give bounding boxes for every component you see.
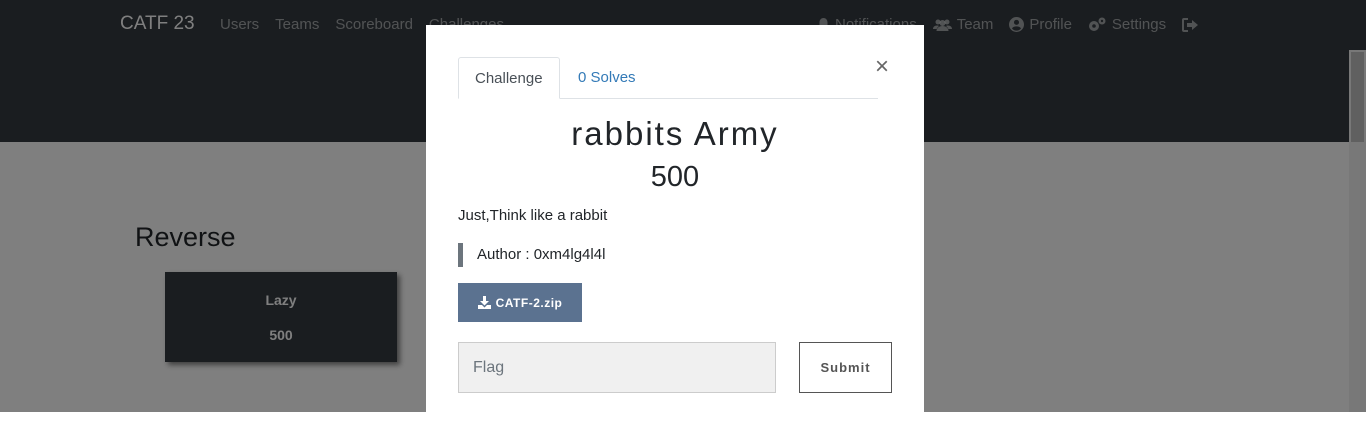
download-icon <box>477 296 491 309</box>
challenge-description: Just,Think like a rabbit <box>458 207 608 224</box>
flag-input[interactable] <box>458 342 776 393</box>
tab-solves[interactable]: 0 Solves <box>562 57 652 98</box>
challenge-title: rabbits Army <box>571 115 779 152</box>
download-file-button[interactable]: CATF-2.zip <box>458 283 582 322</box>
tab-challenge[interactable]: Challenge <box>458 57 560 99</box>
challenge-author: Author : 0xm4lg4l4l <box>458 243 605 267</box>
challenge-value: 500 <box>650 161 700 193</box>
download-file-label: CATF-2.zip <box>495 295 563 310</box>
modal-tabs: Challenge 0 Solves <box>458 57 878 99</box>
challenge-modal: × Challenge 0 Solves rabbits Army 500 Ju… <box>426 25 924 425</box>
submit-button[interactable]: Submit <box>799 342 892 393</box>
